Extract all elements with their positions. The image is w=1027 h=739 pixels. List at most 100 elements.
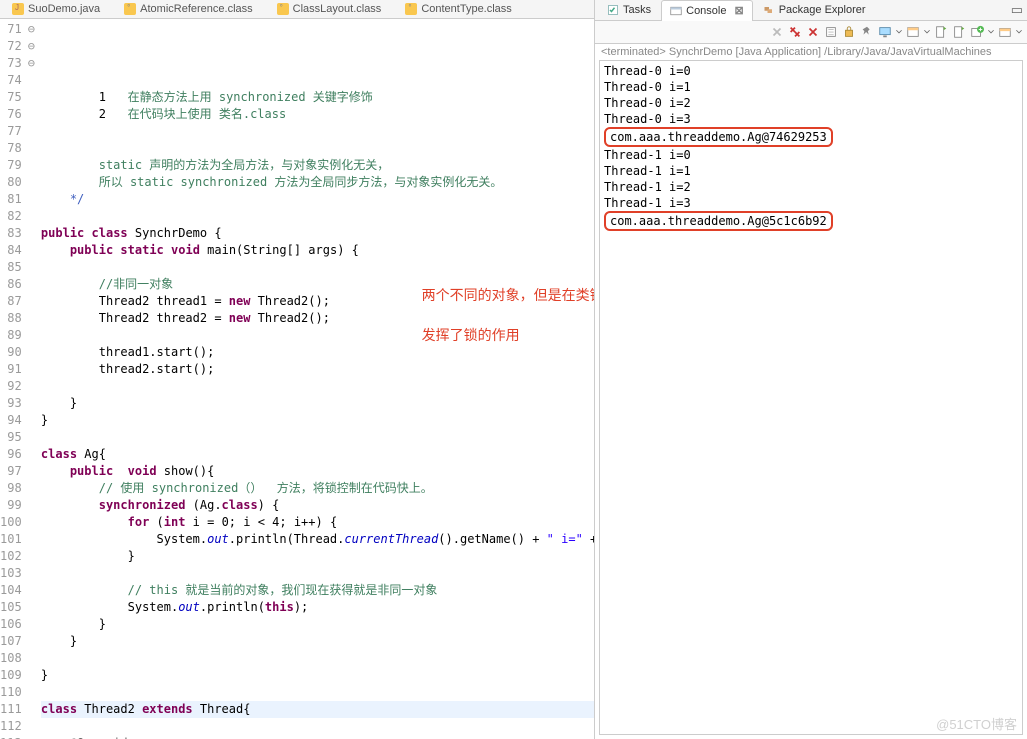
package-explorer-icon bbox=[763, 4, 775, 16]
green-plus-button[interactable] bbox=[969, 24, 985, 40]
console-line: Thread-1 i=0 bbox=[604, 147, 1018, 163]
console-output[interactable]: Thread-0 i=0Thread-0 i=1Thread-0 i=2Thre… bbox=[599, 60, 1023, 735]
line-number: 110 bbox=[0, 684, 22, 701]
code-line[interactable] bbox=[41, 684, 594, 701]
line-number: 81 bbox=[0, 191, 22, 208]
caret-button[interactable] bbox=[1015, 24, 1023, 40]
code-line[interactable]: synchronized (Ag.class) { bbox=[41, 497, 594, 514]
code-line[interactable]: class Thread2 extends Thread{ bbox=[41, 701, 594, 718]
code-content[interactable]: 1 在静态方法上用 synchronized 关键字修饰 2 在代码块上使用 类… bbox=[35, 19, 594, 739]
line-number: 112 bbox=[0, 718, 22, 735]
code-line[interactable]: static 声明的方法为全局方法，与对象实例化无关， bbox=[41, 157, 594, 174]
code-line[interactable]: public class SynchrDemo { bbox=[41, 225, 594, 242]
console-line: Thread-0 i=0 bbox=[604, 63, 1018, 79]
line-number: 97 bbox=[0, 463, 22, 480]
code-line[interactable]: // 使用 synchronized（） 方法，将锁控制在代码快上。 bbox=[41, 480, 594, 497]
code-line[interactable] bbox=[41, 140, 594, 157]
line-number: 98 bbox=[0, 480, 22, 497]
yellow-minus-button[interactable] bbox=[997, 24, 1013, 40]
editor-tab-atomicreference-class[interactable]: AtomicReference.class bbox=[118, 3, 259, 15]
line-number: 86 bbox=[0, 276, 22, 293]
console-line: Thread-1 i=2 bbox=[604, 179, 1018, 195]
code-line[interactable] bbox=[41, 378, 594, 395]
view-tab-package-explorer[interactable]: Package Explorer bbox=[755, 0, 874, 20]
doc-up-button[interactable] bbox=[933, 24, 949, 40]
code-line[interactable]: */ bbox=[41, 191, 594, 208]
red-x-pair-button[interactable] bbox=[787, 24, 803, 40]
code-line[interactable]: // this 就是当前的对象，我们现在获得就是非同一对象 bbox=[41, 582, 594, 599]
console-line: Thread-0 i=3 bbox=[604, 111, 1018, 127]
code-line[interactable] bbox=[41, 429, 594, 446]
scroll-lock-button[interactable] bbox=[841, 24, 857, 40]
code-line[interactable] bbox=[41, 650, 594, 667]
code-line[interactable]: for (int i = 0; i < 4; i++) { bbox=[41, 514, 594, 531]
code-line[interactable]: 所以 static synchronized 方法为全局同步方法，与对象实例化无… bbox=[41, 174, 594, 191]
code-line[interactable]: } bbox=[41, 412, 594, 429]
code-line[interactable]: class Ag{ bbox=[41, 446, 594, 463]
code-line[interactable]: } bbox=[41, 616, 594, 633]
editor-tab-classlayout-class[interactable]: ClassLayout.class bbox=[271, 3, 388, 15]
code-line[interactable]: System.out.println(this); bbox=[41, 599, 594, 616]
code-line[interactable]: 2 在代码块上使用 类名.class bbox=[41, 106, 594, 123]
red-x-button[interactable] bbox=[805, 24, 821, 40]
code-line[interactable]: } bbox=[41, 667, 594, 684]
line-number: 72 bbox=[0, 38, 22, 55]
console-toolbar bbox=[595, 21, 1027, 44]
code-line[interactable] bbox=[41, 123, 594, 140]
caret-button[interactable] bbox=[923, 24, 931, 40]
fold-marker[interactable]: ⊖ bbox=[28, 38, 35, 55]
caret-button[interactable] bbox=[895, 24, 903, 40]
console-status: <terminated> SynchrDemo [Java Applicatio… bbox=[595, 44, 1027, 60]
code-line[interactable]: } bbox=[41, 395, 594, 412]
line-number: 88 bbox=[0, 310, 22, 327]
line-number: 104 bbox=[0, 582, 22, 599]
fold-marker[interactable]: ⊖ bbox=[28, 55, 35, 72]
line-number: 107 bbox=[0, 633, 22, 650]
view-tab-console[interactable]: Console⊠ bbox=[661, 0, 753, 22]
gray-x-button[interactable] bbox=[769, 24, 785, 40]
tab-label: ClassLayout.class bbox=[293, 3, 382, 15]
doc-up-button[interactable] bbox=[951, 24, 967, 40]
editor-tab-contenttype-class[interactable]: ContentType.class bbox=[399, 3, 518, 15]
line-number: 92 bbox=[0, 378, 22, 395]
line-number: 93 bbox=[0, 395, 22, 412]
code-line[interactable] bbox=[41, 565, 594, 582]
console-icon bbox=[670, 5, 682, 17]
console-line: com.aaa.threaddemo.Ag@74629253 bbox=[604, 127, 1018, 147]
line-number: 76 bbox=[0, 106, 22, 123]
fold-gutter: ⊖⊖⊖ bbox=[28, 19, 35, 739]
view-tabs: TasksConsole⊠Package Explorer ▭ bbox=[595, 0, 1027, 21]
code-line[interactable] bbox=[41, 72, 594, 89]
minimize-icon[interactable]: ▭ bbox=[1007, 2, 1027, 18]
console-line: Thread-1 i=3 bbox=[604, 195, 1018, 211]
code-line[interactable]: @Override bbox=[41, 735, 594, 739]
code-line[interactable] bbox=[41, 718, 594, 735]
watermark: @51CTO博客 bbox=[936, 714, 1017, 733]
code-line[interactable]: public void show(){ bbox=[41, 463, 594, 480]
fold-marker[interactable]: ⊖ bbox=[28, 21, 35, 38]
line-number: 102 bbox=[0, 548, 22, 565]
caret-button[interactable] bbox=[987, 24, 995, 40]
clear-button[interactable] bbox=[823, 24, 839, 40]
code-line[interactable]: } bbox=[41, 548, 594, 565]
line-number: 73 bbox=[0, 55, 22, 72]
code-editor[interactable]: 7172737475767778798081828384858687888990… bbox=[0, 19, 594, 739]
line-number: 95 bbox=[0, 429, 22, 446]
pin-button[interactable] bbox=[859, 24, 875, 40]
monitor-button[interactable] bbox=[877, 24, 893, 40]
code-line[interactable]: 1 在静态方法上用 synchronized 关键字修饰 bbox=[41, 89, 594, 106]
code-line[interactable]: System.out.println(Thread.currentThread(… bbox=[41, 531, 594, 548]
line-number: 103 bbox=[0, 565, 22, 582]
tab-label: AtomicReference.class bbox=[140, 3, 253, 15]
code-line[interactable]: } bbox=[41, 633, 594, 650]
filter-button[interactable] bbox=[905, 24, 921, 40]
close-icon[interactable]: ⊠ bbox=[730, 4, 743, 17]
line-number: 82 bbox=[0, 208, 22, 225]
console-line: Thread-0 i=1 bbox=[604, 79, 1018, 95]
line-number: 109 bbox=[0, 667, 22, 684]
line-number: 71 bbox=[0, 21, 22, 38]
editor-tab-suodemo-java[interactable]: SuoDemo.java bbox=[6, 3, 106, 15]
view-tab-tasks[interactable]: Tasks bbox=[599, 0, 659, 20]
code-line[interactable] bbox=[41, 208, 594, 225]
code-line[interactable]: public static void main(String[] args) { bbox=[41, 242, 594, 259]
